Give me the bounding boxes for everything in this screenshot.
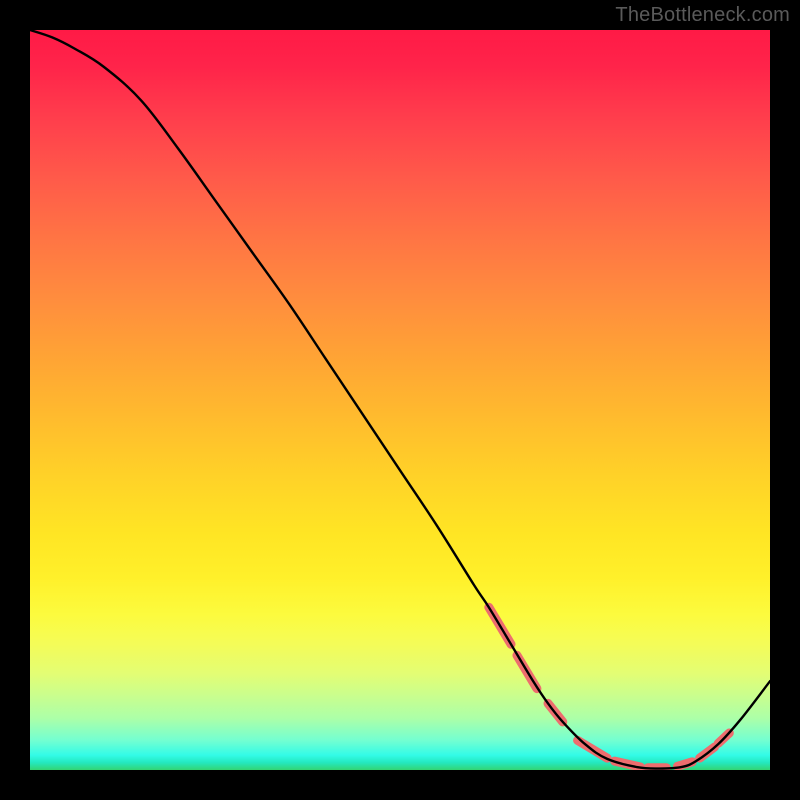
bottleneck-curve: [30, 30, 770, 769]
chart-overlay: [30, 30, 770, 770]
plot-area: [30, 30, 770, 770]
highlight-group: [489, 607, 730, 768]
chart-stage: TheBottleneck.com: [0, 0, 800, 800]
attribution-text: TheBottleneck.com: [615, 4, 790, 27]
